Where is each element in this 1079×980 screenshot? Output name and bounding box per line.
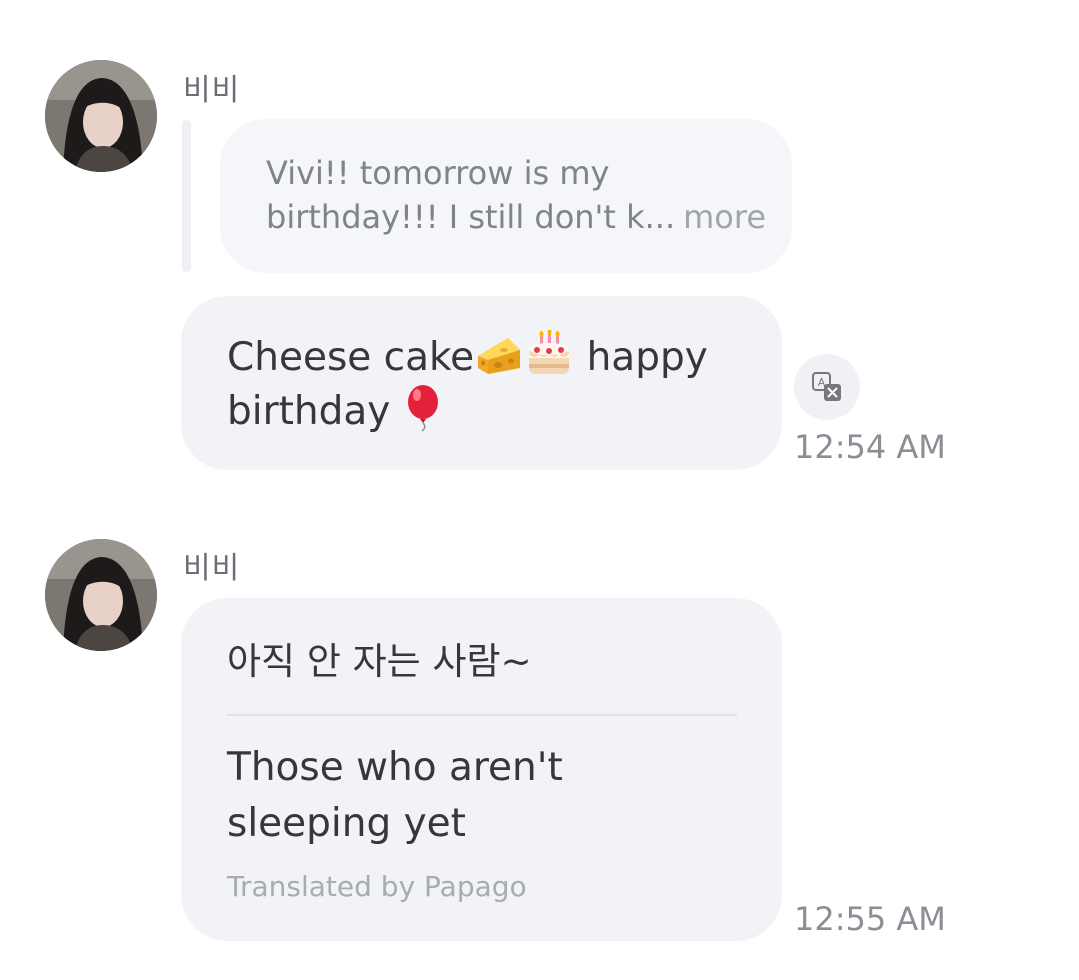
translate-icon: A <box>812 372 841 401</box>
translated-text-line: Those who aren't <box>227 745 563 790</box>
reply-preview-line: birthday!!! I still don't k... <box>266 198 676 236</box>
message-text-line: birthday <box>227 389 391 434</box>
sender-name: 비비 <box>183 73 241 108</box>
original-message-text: 아직 안 자는 사람~ <box>227 640 532 683</box>
reply-indicator-bar <box>182 120 191 272</box>
sender-name: 비비 <box>183 551 241 586</box>
reply-preview-text: Vivi!! tomorrow is my birthday!!! I stil… <box>266 151 766 239</box>
translated-text-line: sleeping yet <box>227 801 466 846</box>
user-avatar-image <box>45 539 157 651</box>
sender-avatar[interactable] <box>45 60 157 172</box>
message-bubble[interactable]: 아직 안 자는 사람~ Those who aren't sleeping ye… <box>181 598 782 941</box>
user-avatar-image <box>45 60 157 172</box>
translated-by-label: Translated by Papago <box>227 870 527 903</box>
birthday-cake-icon <box>524 330 574 378</box>
translated-message-text: Those who aren't sleeping yet <box>227 740 563 852</box>
message-bubble[interactable]: Cheese cake happy birthday <box>181 296 782 470</box>
message-text-line: happy <box>586 335 708 380</box>
reply-preview-line: Vivi!! tomorrow is my <box>266 154 610 192</box>
translation-divider <box>227 714 737 716</box>
message-text: Cheese cake happy birthday <box>227 330 708 438</box>
more-link[interactable]: more <box>683 198 766 236</box>
balloon-icon <box>403 384 443 432</box>
sender-avatar[interactable] <box>45 539 157 651</box>
message-timestamp: 12:54 AM <box>794 428 946 466</box>
translate-button[interactable]: A <box>794 354 860 420</box>
message-timestamp: 12:55 AM <box>794 900 946 938</box>
cheese-wedge-icon <box>474 330 524 378</box>
reply-preview-bubble[interactable]: Vivi!! tomorrow is my birthday!!! I stil… <box>220 119 792 273</box>
message-text-line: Cheese cake <box>227 335 475 380</box>
